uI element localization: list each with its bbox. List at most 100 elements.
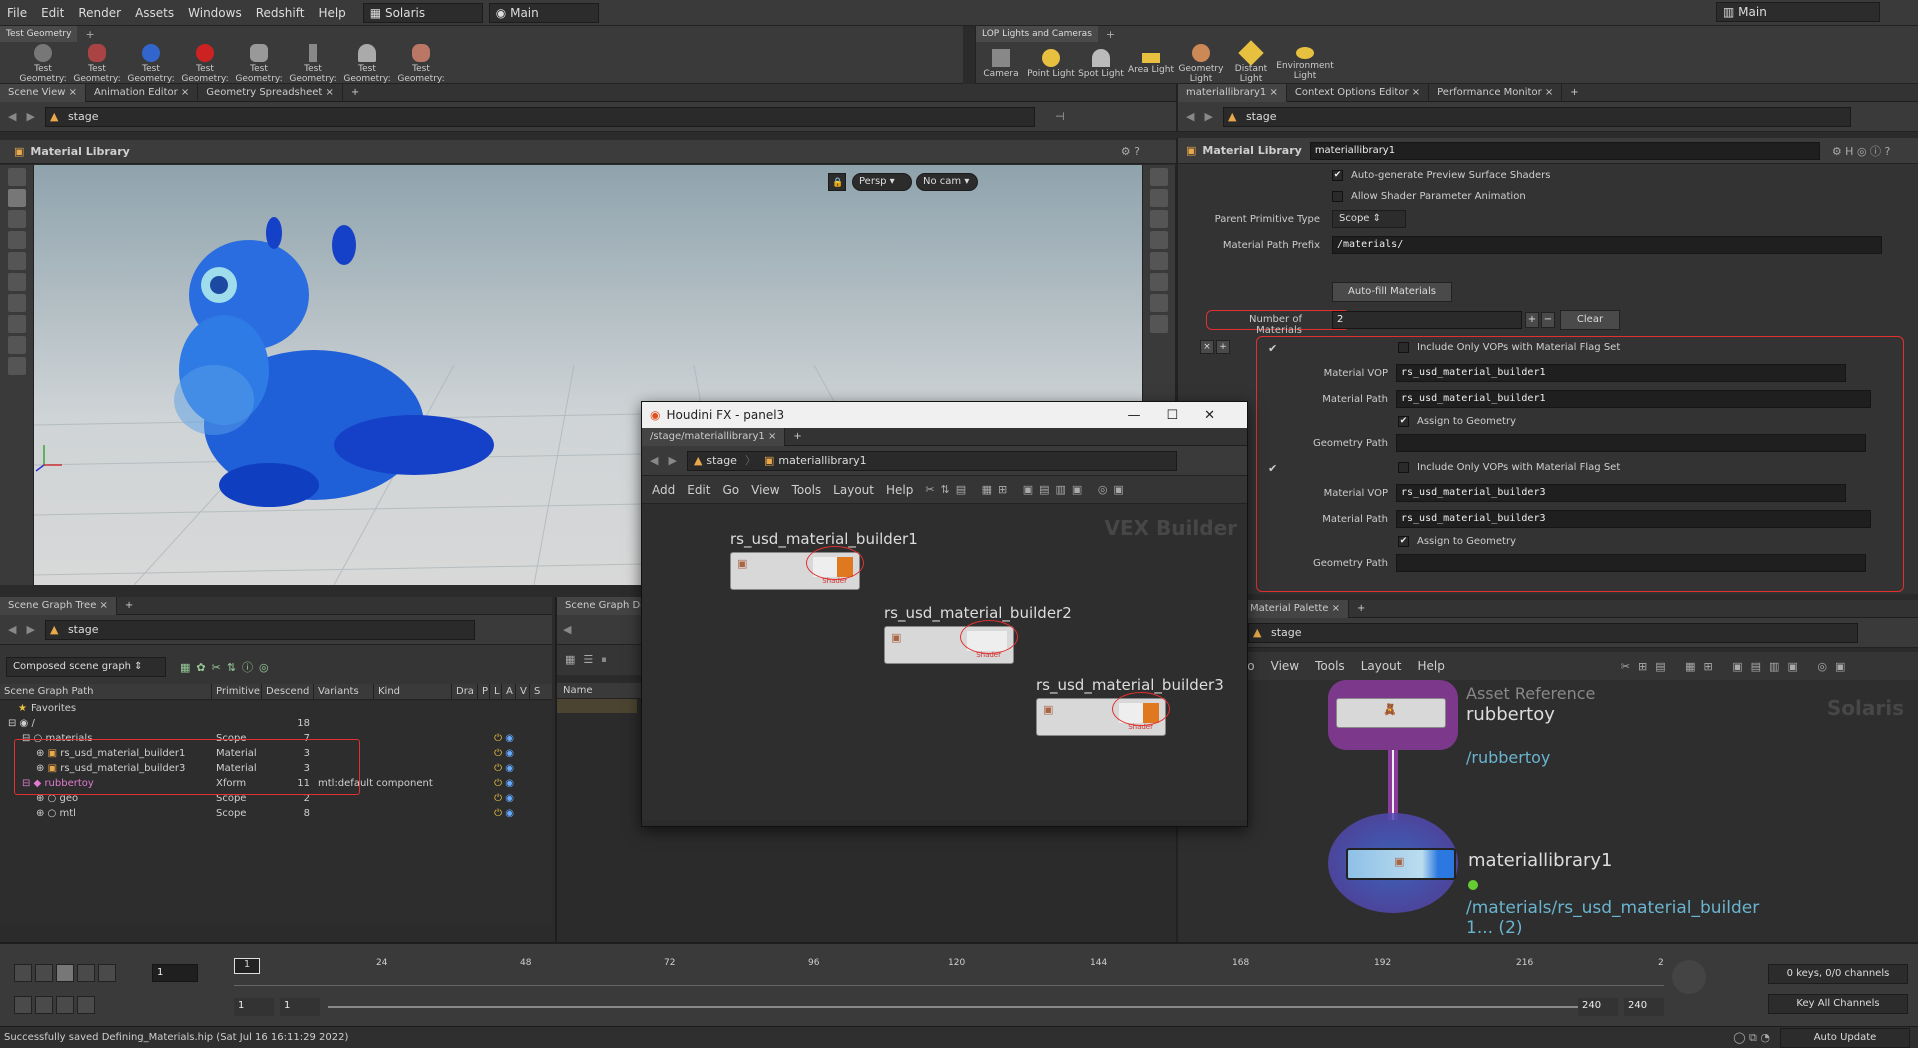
scene-detail-row[interactable]: [557, 699, 637, 713]
shelf-tab-test-geometry[interactable]: Test Geometry: [0, 26, 78, 42]
auto-update-dropdown[interactable]: Auto Update: [1780, 1027, 1910, 1048]
jump-start-icon[interactable]: [14, 964, 32, 982]
start-frame-field[interactable]: 1: [234, 998, 274, 1016]
end-frame-field[interactable]: 240: [1578, 998, 1618, 1016]
gear-icon[interactable]: ⚙ ?: [1121, 145, 1140, 158]
jump-end-icon[interactable]: [98, 964, 116, 982]
network-path-field[interactable]: ▲ stage: [1248, 622, 1858, 643]
remove-material-button[interactable]: −: [1541, 312, 1555, 328]
current-frame-marker[interactable]: 1: [234, 958, 260, 974]
tool-environment-light[interactable]: Environment Light: [1276, 45, 1334, 81]
display-icon-3[interactable]: [1150, 210, 1168, 228]
autofill-button[interactable]: Auto-fill Materials: [1332, 282, 1452, 302]
float-menu-add[interactable]: Add: [652, 483, 675, 497]
stop-icon[interactable]: [56, 964, 74, 982]
forward-arrow-icon[interactable]: ▶: [26, 110, 34, 123]
display-icon-5[interactable]: [1150, 252, 1168, 270]
viewport-path-field[interactable]: ▲ stage: [44, 106, 1035, 127]
parent-type-dropdown[interactable]: Scope ⇕: [1332, 210, 1406, 228]
time-slider[interactable]: 1 24 48 72 96 120 144 168 192 216 2: [234, 956, 1664, 986]
num-materials-field[interactable]: 2: [1332, 311, 1522, 329]
block1-enable-check[interactable]: ✔: [1268, 342, 1277, 355]
menu-edit[interactable]: Edit: [34, 0, 71, 26]
block1-assign-checkbox[interactable]: ✔: [1398, 416, 1409, 427]
context-dropdown[interactable]: ◉ Main: [488, 2, 599, 23]
tab-material-palette[interactable]: Material Palette ×: [1242, 599, 1349, 618]
menu-assets[interactable]: Assets: [128, 0, 181, 26]
net-menu-layout[interactable]: Layout: [1361, 659, 1402, 673]
net-menu-tools[interactable]: Tools: [1315, 659, 1345, 673]
float-menu-tools[interactable]: Tools: [792, 483, 822, 497]
display-icon-4[interactable]: [1150, 231, 1168, 249]
add-shelf-icon[interactable]: +: [85, 28, 94, 41]
display-icon-8[interactable]: [1150, 315, 1168, 333]
range-icon-3[interactable]: [56, 996, 74, 1014]
back-arrow-icon-right[interactable]: ◀: [1186, 110, 1194, 123]
block2-geo-field[interactable]: [1396, 554, 1866, 572]
float-menu-edit[interactable]: Edit: [687, 483, 710, 497]
back-arrow-icon[interactable]: ◀: [8, 110, 16, 123]
tab-context-options[interactable]: Context Options Editor ×: [1287, 83, 1430, 102]
scene-graph-tool-icons[interactable]: ▦✿✂⇅ⓘ◎: [180, 659, 275, 675]
display-icon-1[interactable]: [1150, 168, 1168, 186]
col-variants[interactable]: Variants: [314, 683, 374, 700]
menu-file[interactable]: File: [0, 0, 34, 26]
table-row[interactable]: ⊕ ○ mtl Scope 8 ⏻ ◉: [0, 806, 552, 821]
auto-gen-checkbox[interactable]: ✔: [1332, 170, 1343, 181]
add-shelf-icon-right[interactable]: +: [1106, 28, 1115, 41]
display-icon-2[interactable]: [1150, 189, 1168, 207]
back-arrow-icon-sg[interactable]: ◀: [8, 623, 16, 636]
tab-materiallibrary1[interactable]: materiallibrary1 ×: [1178, 83, 1287, 102]
add-tab-icon-right[interactable]: +: [1562, 84, 1586, 102]
tab-geometry-spreadsheet[interactable]: Geometry Spreadsheet ×: [198, 83, 343, 102]
forward-arrow-icon-sg[interactable]: ▶: [26, 623, 34, 636]
col-p[interactable]: P: [478, 683, 490, 700]
node-name-field[interactable]: materiallibrary1: [1309, 141, 1820, 160]
block2-vop-field[interactable]: rs_usd_material_builder3: [1396, 484, 1846, 502]
start2-frame-field[interactable]: 1: [280, 998, 320, 1016]
clear-button[interactable]: Clear: [1560, 310, 1620, 330]
prefix-field[interactable]: /materials/: [1332, 236, 1882, 254]
favorites-row[interactable]: ★ Favorites: [0, 701, 552, 716]
menu-render[interactable]: Render: [71, 0, 128, 26]
tab-animation-editor[interactable]: Animation Editor ×: [86, 83, 199, 102]
tab-performance-monitor[interactable]: Performance Monitor ×: [1429, 83, 1563, 102]
add-material-button[interactable]: +: [1525, 312, 1539, 328]
brush-tool-icon[interactable]: [7, 357, 26, 375]
insert-block-icon[interactable]: +: [1216, 340, 1230, 354]
col-draw[interactable]: Dra: [452, 683, 478, 700]
range-icon-2[interactable]: [35, 996, 53, 1014]
tool-distant-light[interactable]: Distant Light: [1226, 40, 1276, 84]
network-editor[interactable]: Solaris 🧸 Asset Reference rubbertoy /rub…: [1176, 680, 1918, 942]
lock-icon[interactable]: 🔒: [828, 173, 846, 191]
key-icon[interactable]: [1672, 960, 1706, 994]
frame-field[interactable]: 1: [152, 964, 198, 982]
float-menu-layout[interactable]: Layout: [833, 483, 874, 497]
col-kind[interactable]: Kind: [374, 683, 452, 700]
tab-stage-materiallibrary[interactable]: /stage/materiallibrary1 ×: [642, 427, 786, 446]
allow-anim-checkbox[interactable]: [1332, 191, 1343, 202]
range-icon-1[interactable]: [14, 996, 32, 1014]
play-icon[interactable]: [77, 964, 95, 982]
pin-icon[interactable]: ⊣: [1055, 110, 1065, 123]
persp-dropdown[interactable]: Persp ▾: [852, 173, 912, 191]
scene-graph-mode-dropdown[interactable]: Composed scene graph ⇕: [6, 657, 166, 677]
back-arrow-icon-float[interactable]: ◀: [650, 454, 658, 467]
scene-graph-path-field[interactable]: ▲ stage: [44, 619, 475, 640]
tab-scene-view[interactable]: Scene View ×: [0, 83, 86, 102]
col-primitive[interactable]: Primitive: [212, 683, 262, 700]
tool-geometry-light[interactable]: Geometry Light: [1176, 42, 1226, 84]
block2-include-checkbox[interactable]: [1398, 462, 1409, 473]
lasso-tool-icon[interactable]: [7, 315, 26, 333]
add-tab-icon-float[interactable]: +: [785, 428, 809, 446]
node-materiallibrary1[interactable]: ▣: [1346, 848, 1456, 880]
floating-titlebar[interactable]: ◉ Houdini FX - panel3 —☐✕: [642, 402, 1247, 428]
block1-path-field[interactable]: rs_usd_material_builder1: [1396, 390, 1871, 408]
network-tool-icons[interactable]: ✂⊞▤ ▦⊞ ▣▤▥▣ ◎▣: [1621, 660, 1854, 673]
float-menu-help[interactable]: Help: [886, 483, 913, 497]
col-v[interactable]: V: [516, 683, 530, 700]
end2-frame-field[interactable]: 240: [1624, 998, 1664, 1016]
node-rubbertoy[interactable]: 🧸: [1336, 698, 1446, 728]
tool-spot-light[interactable]: Spot Light: [1076, 47, 1126, 79]
menu-windows[interactable]: Windows: [181, 0, 249, 26]
